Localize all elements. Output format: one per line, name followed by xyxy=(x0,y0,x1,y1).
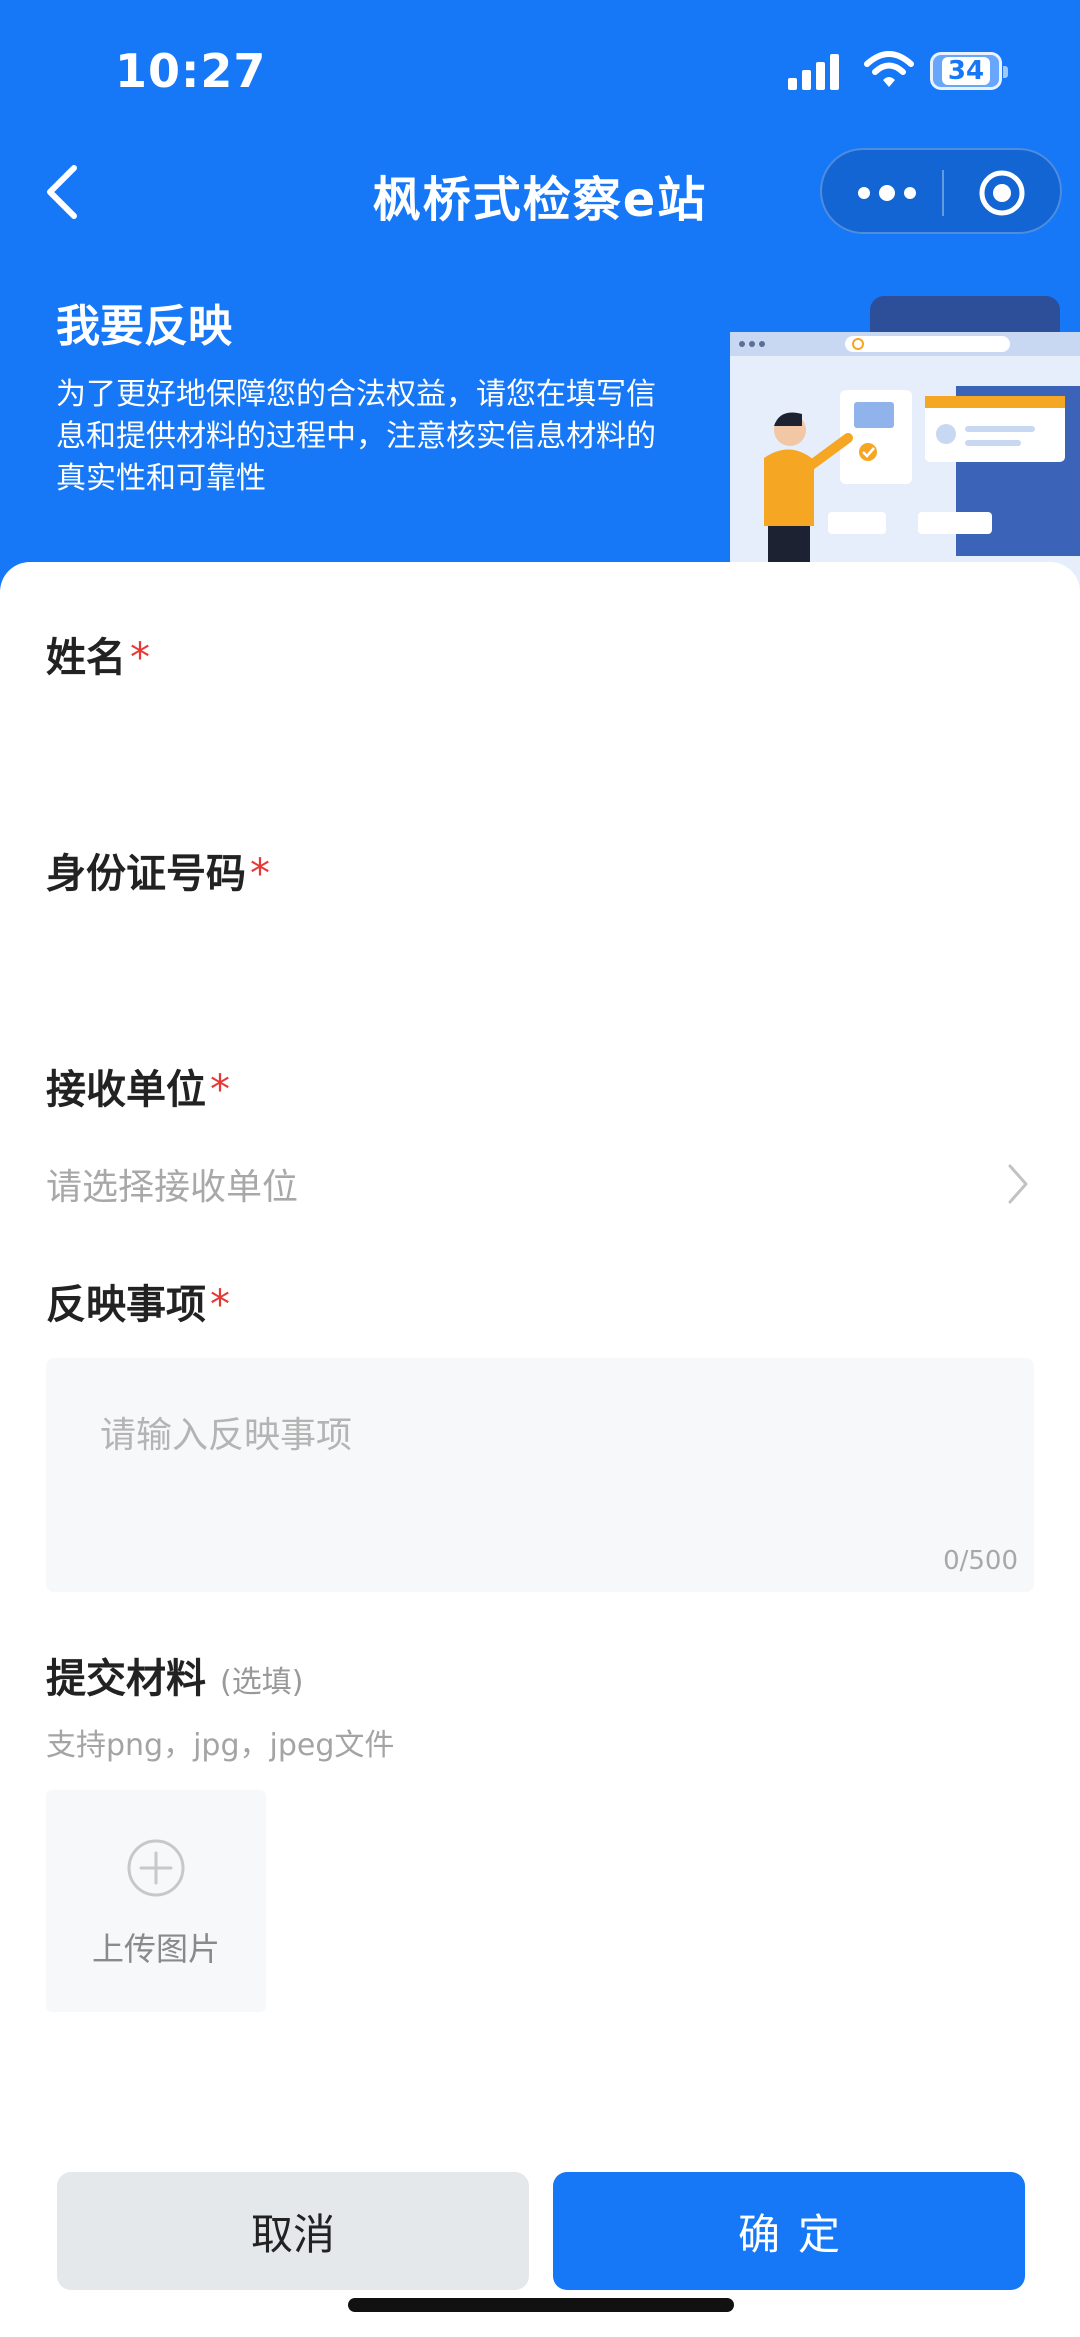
receiver-label-text: 接收单位 xyxy=(46,1067,206,1113)
materials-label: 提交材料 (选填) xyxy=(46,1646,303,1704)
upload-label: 上传图片 xyxy=(91,1930,220,1968)
more-icon[interactable] xyxy=(856,178,918,208)
id-number-label-text: 身份证号码 xyxy=(46,851,246,897)
name-label-text: 姓名 xyxy=(46,635,126,681)
name-input[interactable] xyxy=(46,700,1036,770)
id-number-input[interactable] xyxy=(46,916,1036,986)
intro-title: 我要反映 xyxy=(56,301,232,352)
signal-icon xyxy=(788,54,839,90)
cancel-button[interactable]: 取消 xyxy=(57,2172,529,2290)
receiver-select[interactable]: 请选择接收单位 xyxy=(46,1150,1036,1220)
mini-program-capsule xyxy=(820,148,1062,234)
wifi-icon xyxy=(864,51,914,87)
required-mark: * xyxy=(250,851,270,897)
matter-label-text: 反映事项 xyxy=(46,1282,206,1328)
intro-description: 为了更好地保障您的合法权益，请您在填写信息和提供材料的过程中，注意核实信息材料的… xyxy=(56,377,656,496)
home-indicator[interactable] xyxy=(348,2298,734,2312)
battery-icon: 34 xyxy=(930,52,1008,90)
chevron-right-icon xyxy=(1008,1164,1028,1204)
char-counter: 0/500 xyxy=(943,1546,1018,1576)
confirm-button[interactable]: 确定 xyxy=(553,2172,1025,2290)
receiver-label: 接收单位 * xyxy=(46,1057,230,1115)
illustration-image xyxy=(730,296,1080,600)
id-number-label: 身份证号码 * xyxy=(46,841,270,899)
upload-image-button[interactable]: 上传图片 xyxy=(46,1790,266,2012)
materials-hint: 支持png，jpg，jpeg文件 xyxy=(46,1728,395,1763)
matter-textarea[interactable] xyxy=(100,1406,980,1546)
matter-label: 反映事项 * xyxy=(46,1272,230,1330)
required-mark: * xyxy=(130,635,150,681)
status-time: 10:27 xyxy=(115,44,267,98)
optional-tag: (选填) xyxy=(220,1665,304,1700)
capsule-divider xyxy=(942,170,944,216)
close-target-icon[interactable] xyxy=(977,168,1027,218)
name-label: 姓名 * xyxy=(46,625,150,683)
battery-level: 34 xyxy=(941,57,991,85)
receiver-placeholder: 请选择接收单位 xyxy=(46,1167,299,1208)
matter-textarea-box: 0/500 xyxy=(46,1358,1034,1592)
plus-circle-icon xyxy=(127,1839,185,1897)
required-mark: * xyxy=(210,1282,230,1328)
required-mark: * xyxy=(210,1067,230,1113)
materials-label-text: 提交材料 xyxy=(46,1656,206,1702)
